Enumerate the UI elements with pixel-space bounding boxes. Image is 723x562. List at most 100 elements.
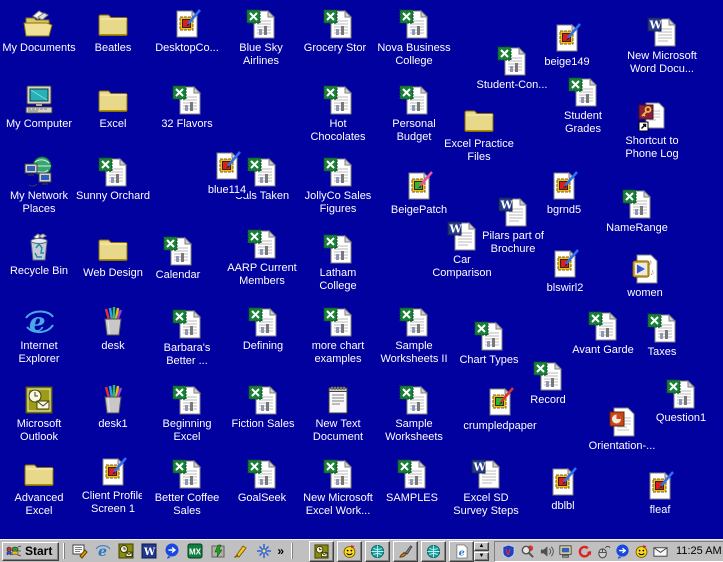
desktop-icon-crumpledpaper[interactable]: crumpledpaper [452,386,548,433]
desktop-icon-excel-sd-survey-steps[interactable]: W Excel SD Survey Steps [448,458,524,518]
tray-display-icon[interactable] [557,543,573,559]
quick-launch-bar: e W MX [71,543,272,560]
icon-label: Sunny Orchard [75,190,151,203]
tray-smiley-icon[interactable] [633,543,649,559]
desktop-icon-jollyco-sales-figures[interactable]: JollyCo Sales Figures [290,156,386,216]
desktop-icon-sample-worksheets[interactable]: Sample Worksheets [374,384,454,444]
excel-icon [473,320,505,352]
scroll-down-button[interactable]: ▼ [474,551,490,561]
desktop-icon-beginning-excel[interactable]: Beginning Excel [153,384,221,444]
window-button-paintbrush-3[interactable] [393,540,419,562]
desktop-icon-women[interactable]: ♪ ♪ women [608,253,682,300]
desktop-icon-beatles[interactable]: Beatles [76,8,150,55]
window-button-outlook[interactable] [309,540,335,562]
quick-launch-studio-mx-icon[interactable]: MX [186,543,203,560]
desktop-icon-new-text-document[interactable]: New Text Document [302,384,374,444]
desktop-icon-excel[interactable]: Excel [76,84,150,131]
desktop-icon-dblbl[interactable]: dblbl [526,466,600,513]
quick-launch-internet-explorer-icon[interactable]: e [94,543,111,560]
desktop-icon-better-coffee-sales[interactable]: Better Coffee Sales [142,458,232,518]
desktop-icon-beigepatch[interactable]: BeigePatch [377,170,461,217]
desktop-icon-new-microsoft-word-docu[interactable]: W New Microsoft Word Docu... [614,16,710,76]
quick-launch-show-desktop-icon[interactable] [71,543,88,560]
desktop-icon-fleaf[interactable]: fleaf [623,470,697,517]
paint-green-icon [484,386,516,418]
excel-icon [621,188,653,220]
desktop-icon-beige149[interactable]: beige149 [530,22,604,69]
icon-label: Better Coffee Sales [142,492,232,518]
desktop-icon-nova-business-college[interactable]: Nova Business College [366,8,462,68]
ie-icon: e [23,306,55,338]
tray-mail-icon[interactable] [652,543,668,559]
desktop-icon-namerange[interactable]: NameRange [595,188,679,235]
taskbar-grip-2[interactable] [291,543,294,559]
desktop-icon-advanced-excel[interactable]: Advanced Excel [5,458,73,518]
scroll-up-button[interactable]: ▲ [474,541,490,551]
paint-icon [548,170,580,202]
quick-launch-outlook-icon[interactable] [117,543,134,560]
quick-launch-overflow-chevron[interactable]: » [274,544,287,558]
window-button-globe-4[interactable] [421,540,447,562]
desktop-icon-blue114[interactable]: blue114 [190,150,264,197]
desktop-icon-bgrnd5[interactable]: bgrnd5 [527,170,601,217]
tray-volume-icon[interactable] [538,543,554,559]
paint-icon [644,470,676,502]
excel-icon [171,308,203,340]
quick-launch-snowflake-tool-icon[interactable] [255,543,272,560]
desktop-icon-sample-worksheets-ii[interactable]: Sample Worksheets II [374,306,454,366]
desktop-icon-recycle-bin[interactable]: Recycle Bin [0,231,81,278]
desktop-icon-aarp-current-members[interactable]: AARP Current Members [212,228,312,288]
excel-icon [587,310,619,342]
icon-label: dblbl [550,500,576,513]
desktop-icon-calendar[interactable]: Calendar [141,235,215,282]
svg-text:e: e [459,547,465,558]
desktop-icon-microsoft-outlook[interactable]: Microsoft Outlook [6,384,72,444]
desktop[interactable]: My Documents Beatles DesktopCo... Blue S… [0,0,723,539]
desktop-icon-defining[interactable]: Defining [226,306,300,353]
desktop-icon-question1[interactable]: Question1 [644,378,718,425]
desktop-icon-desk[interactable]: desk [76,306,150,353]
icon-label: Grocery Store [302,42,374,55]
tray-quicktime-icon[interactable] [576,543,592,559]
desktop-icon-barbara-s-better[interactable]: Barbara's Better ... [154,308,220,368]
quick-launch-word-icon[interactable]: W [140,543,157,560]
desktop-icon-shortcut-to-phone-log[interactable]: Shortcut to Phone Log [612,101,692,161]
svg-text:V: V [505,546,511,556]
desktop-icon-32-flavors[interactable]: 32 Flavors [150,84,224,131]
start-button[interactable]: Start [2,541,60,561]
tray-msn-messenger-icon[interactable] [614,543,630,559]
taskbar-grip[interactable] [63,543,66,559]
desktop-icon-blue-sky-airlines[interactable]: Blue Sky Airlines [231,8,291,68]
desktop-icon-fiction-sales[interactable]: Fiction Sales [221,384,305,431]
desktop-icon-desktopco[interactable]: DesktopCo... [150,8,224,55]
window-button-smiley[interactable] [337,540,363,562]
desktop-icon-excel-practice-files[interactable]: Excel Practice Files [434,104,524,164]
quick-launch-flash-tool-icon[interactable] [232,543,249,560]
desktop-icon-latham-college[interactable]: Latham College [309,233,367,293]
taskbar-clock[interactable]: 11:25 AM [676,545,722,557]
desktop-icon-student-grades[interactable]: Student Grades [546,76,620,136]
folder-icon [97,233,129,265]
desktop-icon-internet-explorer[interactable]: e Internet Explorer [9,306,69,366]
tray-mouse-icon[interactable] [595,543,611,559]
desktop-icon-blswirl2[interactable]: blswirl2 [528,248,602,295]
window-button-globe[interactable] [365,540,391,562]
desktop-icon-sunny-orchard[interactable]: Sunny Orchard [68,156,158,203]
desktop-icon-more-chart-examples[interactable]: more chart examples [299,306,377,366]
window-button-ie-page-5[interactable]: e [449,540,475,562]
desktop-icon-goalseek[interactable]: GoalSeek [225,458,299,505]
paint-icon [547,466,579,498]
tray-magnifier-icon[interactable] [519,543,535,559]
desktop-icon-car-comparison[interactable]: W Car Comparison [424,220,500,280]
desktop-icon-desk1[interactable]: desk1 [76,384,150,431]
excel-icon [398,384,430,416]
desktop-icon-taxes[interactable]: Taxes [625,312,699,359]
desktop-icon-my-documents[interactable]: My Documents [0,8,81,55]
quick-launch-winamp-icon[interactable] [209,543,226,560]
desktop-icon-new-microsoft-excel-work[interactable]: New Microsoft Excel Work... [290,458,386,518]
desktop-icon-hot-chocolates[interactable]: Hot Chocolates [301,84,375,144]
tray-antivirus-shield-icon[interactable]: V [500,543,516,559]
quick-launch-msn-messenger-icon[interactable] [163,543,180,560]
desktop-icon-my-computer[interactable]: My Computer [0,84,81,131]
desktop-icon-samples[interactable]: SAMPLES [375,458,449,505]
